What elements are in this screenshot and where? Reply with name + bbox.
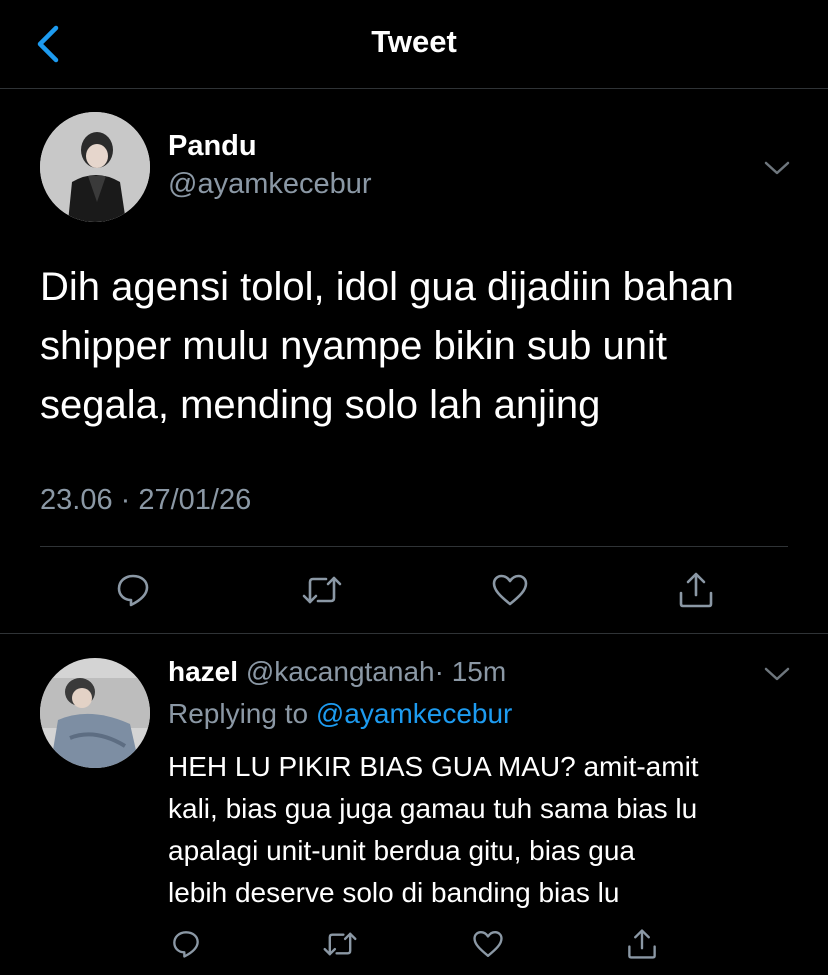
reply-options-button[interactable]: [762, 664, 792, 684]
heart-icon: [473, 931, 503, 957]
share-button[interactable]: [672, 566, 720, 614]
author-handle[interactable]: @ayamkecebur: [168, 168, 372, 201]
reply-time: · 15m: [434, 656, 507, 687]
chevron-down-icon: [764, 667, 790, 681]
heart-icon: [492, 574, 528, 606]
share-icon: [628, 929, 656, 959]
tweet-text: Dih agensi tolol, idol gua dijadiin baha…: [40, 258, 800, 435]
reply-author-handle[interactable]: @kacangtanah: [246, 656, 435, 687]
reply-icon: [173, 931, 199, 958]
replying-to: Replying to @ayamkecebur: [168, 698, 512, 730]
mention-link[interactable]: @ayamkecebur: [316, 698, 513, 729]
avatar-image: [40, 112, 150, 222]
avatar[interactable]: [40, 112, 150, 222]
reply-author-line: hazel @kacangtanah· 15m: [168, 656, 506, 688]
avatar[interactable]: [40, 658, 150, 768]
page-title: Tweet: [371, 24, 457, 59]
reply-text: HEH LU PIKIR BIAS GUA MAU? amit-amit kal…: [168, 746, 808, 914]
retweet-icon: [302, 576, 342, 604]
divider: [0, 633, 828, 634]
top-bar: Tweet: [0, 0, 828, 89]
reply-share-button[interactable]: [618, 920, 666, 968]
divider: [40, 546, 788, 547]
reply-author-name[interactable]: hazel: [168, 656, 238, 687]
reply-text-line: lebih deserve solo di banding bias lu: [168, 877, 620, 908]
replying-to-label: Replying to: [168, 698, 309, 729]
reply-button[interactable]: [109, 566, 157, 614]
share-icon: [679, 572, 713, 608]
retweet-button[interactable]: [298, 566, 346, 614]
author-name[interactable]: Pandu: [168, 130, 257, 163]
chevron-down-icon: [764, 161, 790, 175]
retweet-icon: [323, 932, 357, 956]
reply-like-button[interactable]: [464, 920, 512, 968]
reply-text-line: apalagi unit-unit berdua gitu, bias gua: [168, 835, 636, 866]
reply-text-line: kali, bias gua juga gamau tuh sama bias …: [168, 793, 698, 824]
reply-text-line: HEH LU PIKIR BIAS GUA MAU? amit-amit: [168, 751, 699, 782]
tweet-timestamp: 23.06 · 27/01/26: [40, 484, 252, 516]
tweet-options-button[interactable]: [762, 158, 792, 178]
tweet-text-line: segala, mending solo lah anjing: [40, 383, 601, 427]
reply-retweet-button[interactable]: [316, 920, 364, 968]
avatar-image: [40, 658, 150, 768]
reply-reply-button[interactable]: [162, 920, 210, 968]
like-button[interactable]: [486, 566, 534, 614]
tweet-text-line: Dih agensi tolol, idol gua dijadiin baha…: [40, 265, 734, 309]
tweet-text-line: shipper mulu nyampe bikin sub unit: [40, 324, 668, 368]
reply-icon: [117, 574, 149, 607]
